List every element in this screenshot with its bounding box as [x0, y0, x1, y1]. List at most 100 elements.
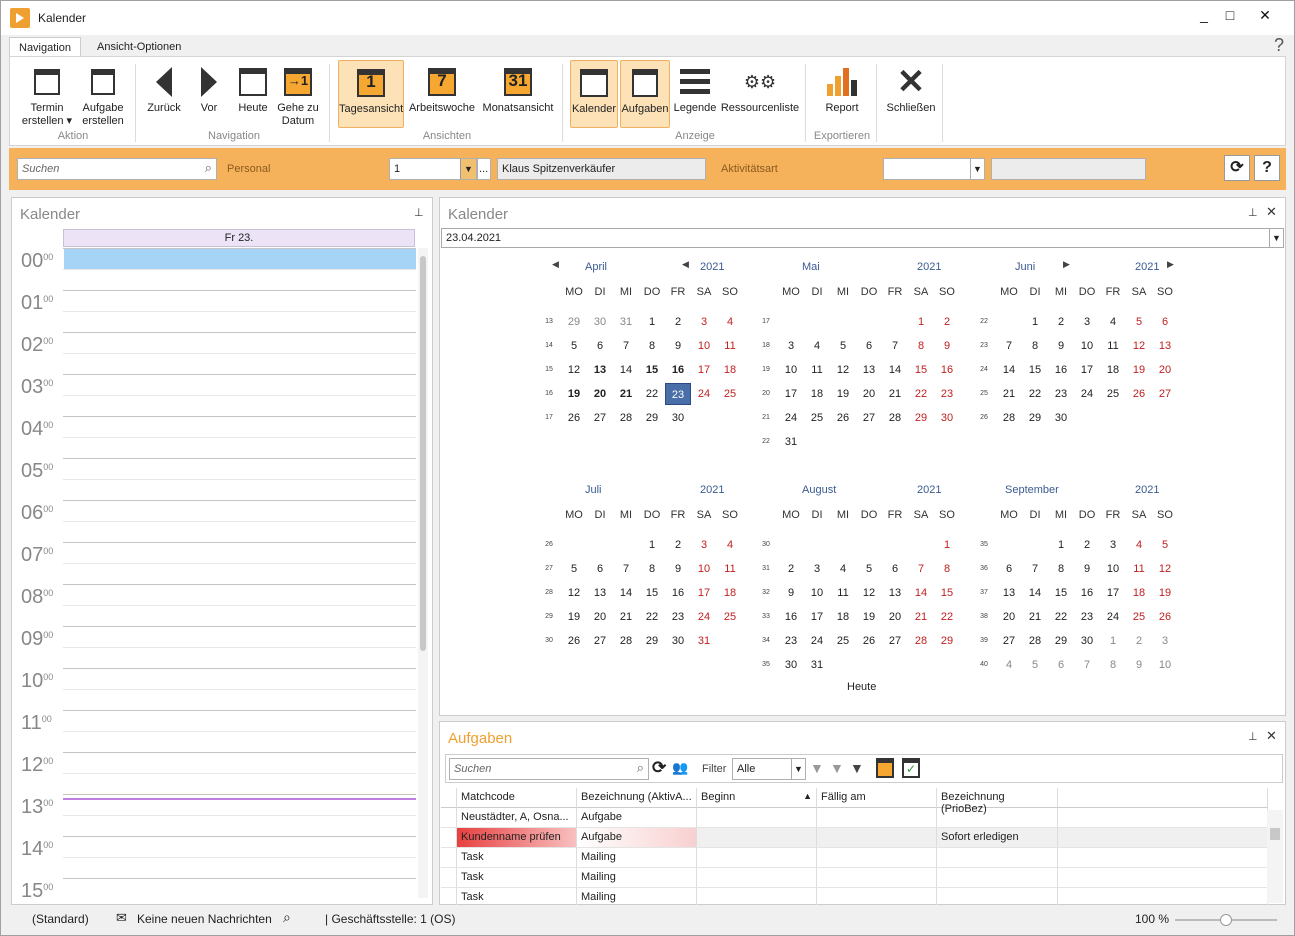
table-cell[interactable]: Kundenname prüfen: [457, 828, 577, 848]
calendar-day[interactable]: 3: [1100, 534, 1126, 556]
calendar-day[interactable]: 25: [717, 383, 743, 405]
table-cell[interactable]: [817, 868, 937, 888]
hour-row[interactable]: 0700: [12, 542, 416, 584]
refresh-button[interactable]: ⟳: [1224, 155, 1250, 181]
calendar-day[interactable]: 7: [908, 558, 934, 580]
table-cell[interactable]: Aufgabe: [577, 808, 697, 828]
calendar-day[interactable]: 9: [934, 335, 960, 357]
maximize-button[interactable]: □: [1217, 5, 1243, 25]
calendar-day[interactable]: 6: [882, 558, 908, 580]
row-indicator[interactable]: [441, 828, 457, 848]
calendar-day[interactable]: 30: [665, 630, 691, 652]
calendar-day[interactable]: 2: [665, 311, 691, 333]
aufgabe-erstellen-button[interactable]: Aufgabe erstellen: [78, 60, 128, 128]
calendar-day[interactable]: 3: [1074, 311, 1100, 333]
calendar-day[interactable]: 9: [778, 582, 804, 604]
calendar-day[interactable]: 15: [639, 582, 665, 604]
calendar-day[interactable]: 25: [717, 606, 743, 628]
calendar-day[interactable]: 9: [1126, 654, 1152, 676]
search-icon[interactable]: ⌕: [637, 760, 644, 776]
calendar-day[interactable]: 8: [639, 335, 665, 357]
table-cell[interactable]: Task: [457, 868, 577, 888]
calendar-day[interactable]: 27: [587, 630, 613, 652]
table-cell[interactable]: [817, 888, 937, 905]
calendar-day[interactable]: 26: [1152, 606, 1178, 628]
row-indicator[interactable]: [441, 868, 457, 888]
column-header-1[interactable]: Bezeichnung (AktivA...: [577, 788, 697, 808]
month-year[interactable]: 2021: [1135, 261, 1159, 273]
calendar-day[interactable]: 3: [691, 311, 717, 333]
month-name[interactable]: Juli: [585, 484, 602, 496]
termin-erstellen-button[interactable]: Termin erstellen ▾: [18, 60, 76, 128]
scrollbar-thumb[interactable]: [1270, 828, 1280, 840]
day-header[interactable]: Fr 23.: [63, 229, 415, 247]
calendar-day[interactable]: 27: [996, 630, 1022, 652]
personal-browse-button[interactable]: ...: [477, 158, 491, 180]
table-cell[interactable]: Neustädter, A, Osna...: [457, 808, 577, 828]
hour-row[interactable]: 1100: [12, 710, 416, 752]
table-cell[interactable]: [937, 848, 1058, 868]
calendar-day[interactable]: 26: [561, 630, 587, 652]
zoom-slider-thumb[interactable]: [1220, 914, 1232, 926]
calendar-day[interactable]: 18: [717, 582, 743, 604]
calendar-day[interactable]: 3: [691, 534, 717, 556]
calendar-day[interactable]: 3: [804, 558, 830, 580]
calendar-day[interactable]: 22: [908, 383, 934, 405]
hour-row[interactable]: 0800: [12, 584, 416, 626]
column-header-4[interactable]: Bezeichnung (PrioBez): [937, 788, 1058, 815]
calendar-day[interactable]: 31: [804, 654, 830, 676]
calendar-day[interactable]: 9: [665, 558, 691, 580]
heute-link[interactable]: Heute: [847, 681, 876, 693]
calendar-day[interactable]: 11: [1126, 558, 1152, 580]
hour-row[interactable]: 0400: [12, 416, 416, 458]
chevron-down-icon[interactable]: ▼: [460, 159, 476, 179]
calendar-day[interactable]: 30: [587, 311, 613, 333]
calendar-day[interactable]: 24: [1100, 606, 1126, 628]
calendar-day[interactable]: 14: [1022, 582, 1048, 604]
calendar-day[interactable]: 23: [1074, 606, 1100, 628]
calendar-day[interactable]: 8: [934, 558, 960, 580]
messages-status[interactable]: Keine neuen Nachrichten: [137, 912, 272, 926]
calendar-day[interactable]: 11: [1100, 335, 1126, 357]
calendar-day[interactable]: 28: [908, 630, 934, 652]
calendar-day[interactable]: 17: [1100, 582, 1126, 604]
calendar-day[interactable]: 6: [996, 558, 1022, 580]
table-cell[interactable]: [817, 848, 937, 868]
calendar-day[interactable]: 27: [1152, 383, 1178, 405]
table-cell[interactable]: [937, 808, 1058, 828]
calendar-day[interactable]: 22: [1022, 383, 1048, 405]
ressourcenliste-button[interactable]: ⚙⚙ Ressourcenliste: [720, 60, 800, 128]
calendar-day[interactable]: 14: [996, 359, 1022, 381]
calendar-day[interactable]: 19: [561, 383, 587, 405]
calendar-day[interactable]: 22: [639, 383, 665, 405]
calendar-day[interactable]: 31: [613, 311, 639, 333]
calendar-day[interactable]: 12: [561, 359, 587, 381]
help-icon[interactable]: ?: [1274, 35, 1284, 56]
calendar-day[interactable]: 3: [1152, 630, 1178, 652]
hour-row[interactable]: 0200: [12, 332, 416, 374]
calendar-day[interactable]: 5: [561, 558, 587, 580]
calendar-day[interactable]: 28: [996, 407, 1022, 429]
search-icon[interactable]: ⌕: [283, 909, 291, 926]
calendar-day[interactable]: 13: [587, 359, 613, 381]
calendar-day[interactable]: 3: [778, 335, 804, 357]
nav-next-month-icon[interactable]: ▶: [1063, 259, 1070, 270]
calendar-day[interactable]: 8: [1022, 335, 1048, 357]
search-input[interactable]: Suchen ⌕: [17, 158, 217, 180]
calendar-day[interactable]: 21: [882, 383, 908, 405]
calendar-day[interactable]: 9: [1074, 558, 1100, 580]
calendar-day[interactable]: 10: [778, 359, 804, 381]
calendar-day[interactable]: 7: [613, 335, 639, 357]
calendar-day[interactable]: 31: [691, 630, 717, 652]
hour-row[interactable]: 0300: [12, 374, 416, 416]
calendar-day[interactable]: 17: [691, 359, 717, 381]
calendar-day[interactable]: 11: [804, 359, 830, 381]
calendar-day[interactable]: 9: [1048, 335, 1074, 357]
calendar-day[interactable]: 10: [1074, 335, 1100, 357]
calendar-day[interactable]: 27: [882, 630, 908, 652]
row-indicator[interactable]: [441, 848, 457, 868]
month-name[interactable]: September: [1005, 484, 1059, 496]
calendar-day[interactable]: 20: [856, 383, 882, 405]
calendar-day[interactable]: 4: [996, 654, 1022, 676]
calendar-day[interactable]: 29: [1048, 630, 1074, 652]
